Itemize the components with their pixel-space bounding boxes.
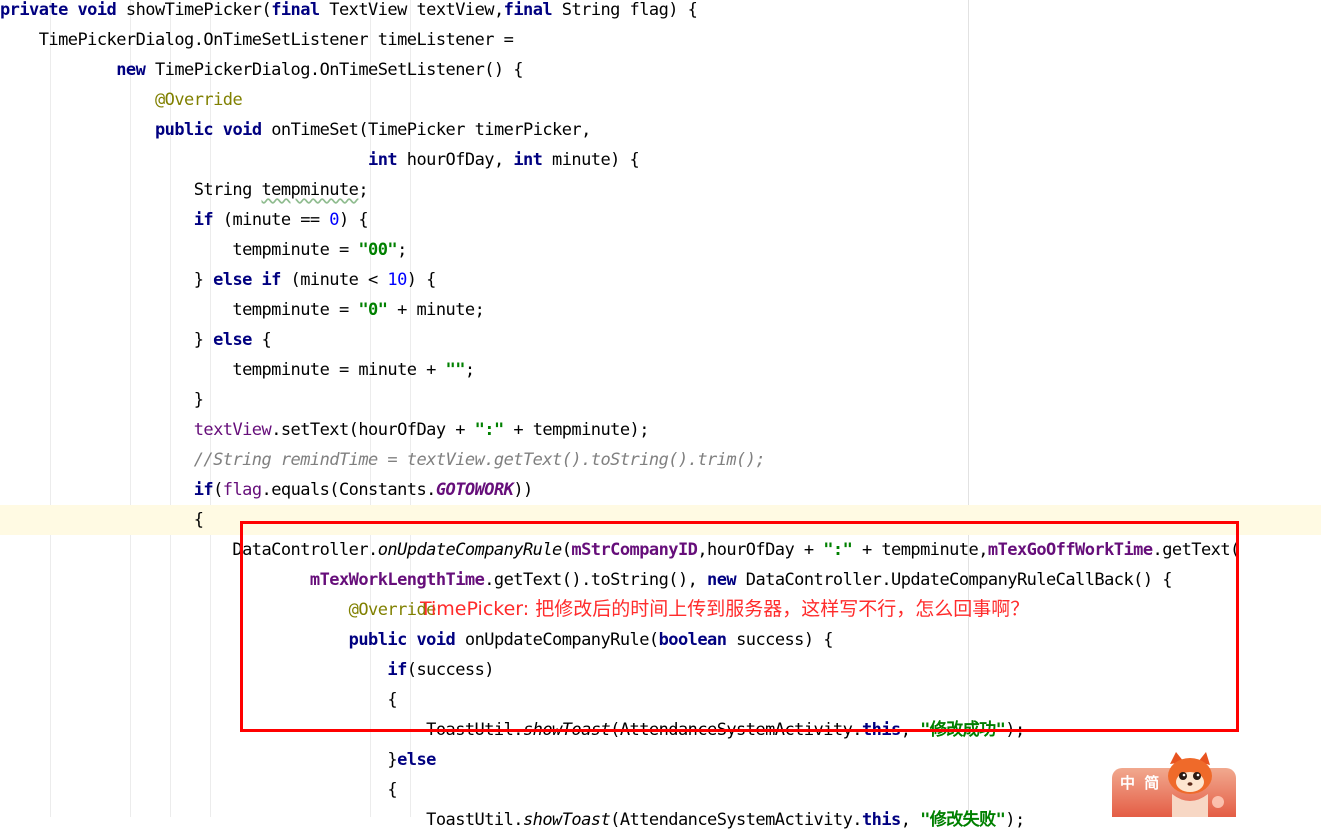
code-token: //String remindTime = textView.getText()…: [193, 450, 766, 470]
code-token: onTimeSet(TimePicker timerPicker,: [261, 120, 591, 140]
fox-mascot-icon: [1168, 752, 1224, 817]
code-token: ToastUtil.: [0, 810, 523, 830]
code-line[interactable]: private void showTimePicker(final TextVi…: [0, 0, 1321, 25]
code-token: (minute <: [280, 270, 388, 290]
code-token: "00": [358, 240, 398, 260]
code-token: .setText(hourOfDay +: [271, 420, 475, 440]
code-token: String: [0, 180, 262, 200]
code-token: TimePickerDialog.OnTimeSetListener timeL…: [0, 30, 514, 50]
code-token: @Override: [154, 90, 243, 110]
code-token: )): [513, 480, 533, 500]
code-token: ) {: [406, 270, 437, 290]
code-token: (: [213, 480, 223, 500]
code-token: flag: [222, 480, 262, 500]
code-line[interactable]: //String remindTime = textView.getText()…: [0, 445, 1321, 475]
code-token: else: [213, 330, 252, 350]
code-token: (minute ==: [213, 210, 330, 230]
code-token: ;: [464, 360, 475, 380]
code-token: tempminute: [261, 180, 359, 200]
code-token: {: [0, 780, 398, 800]
code-token: (AttendanceSystemActivity.: [610, 810, 862, 830]
code-token: String flag) {: [552, 0, 698, 20]
code-token: ) {: [338, 210, 369, 230]
code-line[interactable]: TimePickerDialog.OnTimeSetListener timeL…: [0, 25, 1321, 55]
code-token: }: [0, 270, 214, 290]
code-token: + tempminute);: [503, 420, 649, 440]
code-token: 0: [329, 210, 339, 230]
code-line[interactable]: tempminute = "0" + minute;: [0, 295, 1321, 325]
code-token: int: [368, 150, 398, 170]
code-token: tempminute =: [0, 300, 359, 320]
code-token: }: [0, 330, 214, 350]
code-token: .equals(Constants.: [261, 480, 437, 500]
code-token: public void: [154, 120, 262, 140]
code-token: + minute;: [387, 300, 485, 320]
code-line[interactable]: if (minute == 0) {: [0, 205, 1321, 235]
code-line[interactable]: if(flag.equals(Constants.GOTOWORK)): [0, 475, 1321, 505]
annotation-highlight-box: [240, 521, 1239, 732]
code-line[interactable]: new TimePickerDialog.OnTimeSetListener()…: [0, 55, 1321, 85]
code-line[interactable]: }: [0, 385, 1321, 415]
code-token: "修改失败": [920, 810, 1006, 830]
code-token: textView: [193, 420, 272, 440]
code-token: hourOfDay,: [397, 150, 514, 170]
code-token: else if: [213, 270, 281, 290]
code-token: int: [513, 150, 543, 170]
code-token: {: [0, 510, 204, 530]
code-token: ":": [474, 420, 505, 440]
code-token: this: [861, 810, 901, 830]
code-token: final: [271, 0, 320, 20]
code-line[interactable]: tempminute = minute + "";: [0, 355, 1321, 385]
code-token: }: [0, 390, 204, 410]
code-line[interactable]: } else if (minute < 10) {: [0, 265, 1321, 295]
code-line[interactable]: } else {: [0, 325, 1321, 355]
code-token: ,: [900, 810, 921, 830]
code-token: else: [397, 750, 436, 770]
code-token: GOTOWORK: [435, 480, 514, 500]
code-token: ;: [397, 240, 407, 260]
code-token: ;: [358, 180, 369, 200]
code-token: "0": [358, 300, 388, 320]
code-line[interactable]: String tempminute;: [0, 175, 1321, 205]
code-token: );: [1005, 810, 1025, 830]
code-token: if: [193, 210, 214, 230]
code-line[interactable]: textView.setText(hourOfDay + ":" + tempm…: [0, 415, 1321, 445]
ime-mascot[interactable]: 中 简: [1110, 752, 1238, 817]
code-token: tempminute = minute +: [0, 360, 446, 380]
code-token: 10: [387, 270, 407, 290]
code-token: if: [193, 480, 214, 500]
code-token: new: [116, 60, 146, 80]
code-token: final: [503, 0, 553, 20]
code-token: TextView textView,: [319, 0, 504, 20]
code-token: showTimePicker(: [116, 0, 272, 20]
code-token: showToast: [522, 810, 611, 830]
code-token: private void: [0, 0, 117, 20]
code-token: minute) {: [542, 150, 640, 170]
code-token: "": [445, 360, 466, 380]
code-token: tempminute =: [0, 240, 359, 260]
annotation-note: TimePicker: 把修改后的时间上传到服务器，这样写不行，怎么回事啊？: [420, 598, 1030, 620]
code-line[interactable]: tempminute = "00";: [0, 235, 1321, 265]
code-line[interactable]: int hourOfDay, int minute) {: [0, 145, 1321, 175]
code-line[interactable]: @Override: [0, 85, 1321, 115]
code-token: }: [0, 750, 398, 770]
code-token: {: [251, 330, 272, 350]
code-token: TimePickerDialog.OnTimeSetListener() {: [145, 60, 524, 80]
code-line[interactable]: public void onTimeSet(TimePicker timerPi…: [0, 115, 1321, 145]
